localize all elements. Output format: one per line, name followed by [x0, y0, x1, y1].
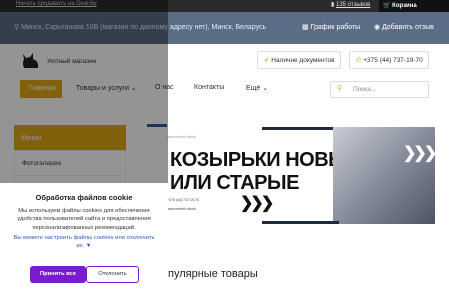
banner-site: www.mebeli.minsk [167, 207, 196, 211]
chevron-down-icon: ⌄ [262, 85, 269, 92]
schedule-link[interactable]: ▦ График работы [302, 23, 360, 31]
search-placeholder: Поиск... [353, 86, 377, 93]
arrows-decoration-icon: ❯❯❯ [403, 145, 435, 162]
hero-banner[interactable]: www.mebeli.minsk КОЗЫРЬКИ НОВЫЕ ИЛИ СТАР… [147, 127, 435, 224]
reviews-count: 135 отзывов [335, 2, 371, 8]
banner-phone: +375 (44) 737-19-70 [167, 198, 200, 202]
search-input[interactable]: ⚲ Поиск... [330, 81, 429, 98]
cookie-text: Мы используем файлы cookies для обеспече… [17, 208, 151, 231]
cart-button[interactable]: 🛒 Корзина [379, 0, 449, 12]
cookie-title: Обработка файлов cookie [35, 193, 133, 202]
calendar-icon: ▦ [302, 24, 309, 31]
nav-more[interactable]: Ещё ⌄ [246, 84, 268, 92]
chat-icon: ◉ [374, 24, 381, 31]
phone-number: +375 (44) 737-19-70 [363, 57, 423, 64]
phone-icon: ✆ [356, 57, 362, 64]
banner-title-line2: ИЛИ СТАРЫЕ [170, 172, 299, 194]
banner-small-text: www.mebeli.minsk [167, 135, 196, 139]
canopy-photo [333, 127, 435, 224]
reject-button[interactable]: Отклонить [86, 266, 139, 283]
cookie-settings-link[interactable]: Вы можете настроить файлы cookies или от… [9, 234, 159, 251]
check-icon: ✔ [264, 57, 270, 64]
arrows-decoration-icon: ❯❯❯ [240, 195, 274, 212]
reviews-link[interactable]: ▮ 135 отзывов [331, 1, 370, 8]
cart-label: Корзина [392, 3, 417, 9]
search-icon: ⚲ [337, 85, 342, 92]
add-review-link[interactable]: ◉ Добавить отзыв [374, 23, 434, 31]
banner-frame-bottom [262, 221, 339, 224]
banner-frame-top [262, 127, 339, 130]
accept-all-button[interactable]: Принять все [30, 266, 86, 283]
banner-title-line1: КОЗЫРЬКИ НОВЫЕ [170, 149, 361, 171]
documents-label: Наличие документов [271, 57, 335, 64]
popular-products-heading: Популярные товары [154, 268, 258, 280]
cookie-consent-panel: Обработка файлов cookie Мы используем фа… [0, 183, 168, 300]
nav-contacts[interactable]: Контакты [194, 84, 224, 91]
documents-button[interactable]: ✔ Наличие документов [257, 51, 341, 69]
cart-icon: 🛒 [383, 3, 391, 9]
reviews-icon: ▮ [331, 2, 335, 8]
phone-button[interactable]: ✆ +375 (44) 737-19-70 [349, 51, 429, 69]
